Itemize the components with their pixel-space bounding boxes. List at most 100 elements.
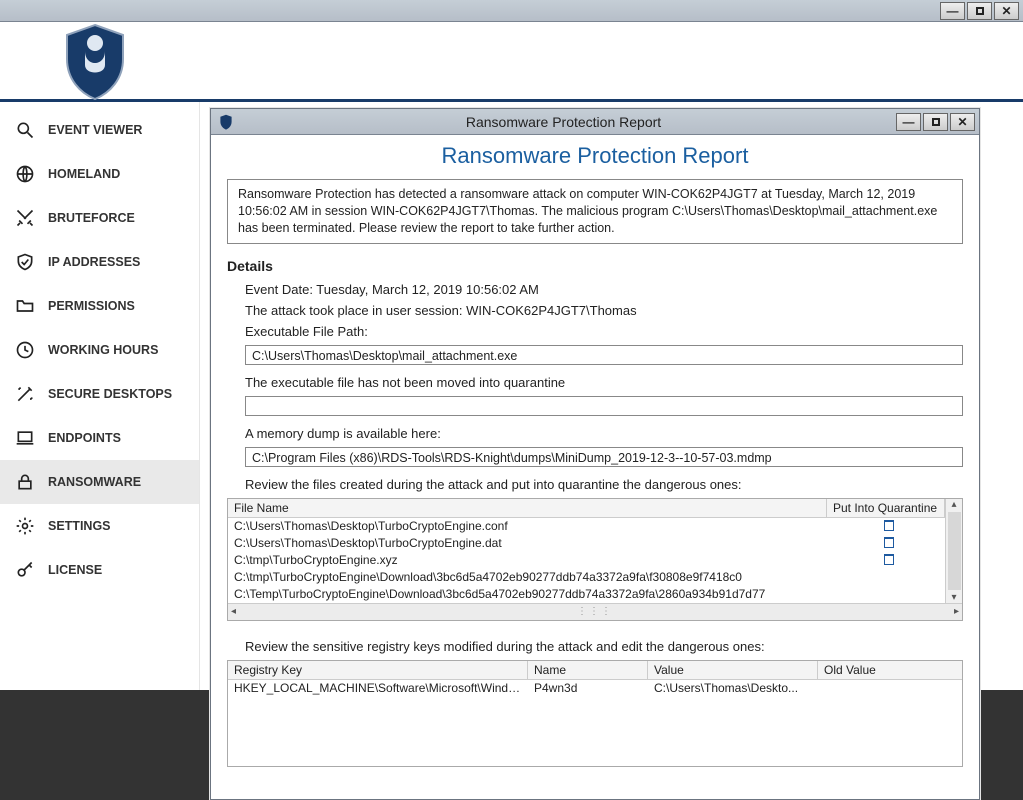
reg-col-oldvalue[interactable]: Old Value [818, 661, 962, 679]
maximize-button[interactable] [967, 2, 992, 20]
files-label: Review the files created during the atta… [245, 477, 963, 492]
gear-icon [14, 515, 36, 537]
close-button[interactable]: ✕ [994, 2, 1019, 20]
dump-path-box[interactable]: C:\Program Files (x86)\RDS-Tools\RDS-Kni… [245, 447, 963, 467]
sidebar-item-label: PERMISSIONS [48, 299, 135, 313]
scroll-left-icon[interactable]: ◂ [231, 606, 236, 617]
laptop-icon [14, 427, 36, 449]
sidebar-item-label: EVENT VIEWER [48, 123, 142, 137]
report-titlebar: Ransomware Protection Report — ✕ [211, 109, 979, 135]
event-date-line: Event Date: Tuesday, March 12, 2019 10:5… [245, 282, 963, 297]
sidebar-item-label: IP ADDRESSES [48, 255, 140, 269]
reg-key-cell: HKEY_LOCAL_MACHINE\Software\Microsoft\Wi… [228, 680, 528, 696]
trash-icon[interactable] [884, 537, 894, 548]
registry-grid-body: HKEY_LOCAL_MACHINE\Software\Microsoft\Wi… [228, 680, 962, 696]
sidebar-item-license[interactable]: LICENSE [0, 548, 199, 592]
registry-grid[interactable]: Registry Key Name Value Old Value HKEY_L… [227, 660, 963, 767]
search-icon [14, 119, 36, 141]
quarantine-cell[interactable] [839, 518, 939, 535]
report-maximize-button[interactable] [923, 113, 948, 131]
key-icon [14, 559, 36, 581]
file-name-cell: C:\tmp\TurboCryptoEngine.xyz [234, 552, 839, 569]
reg-col-value[interactable]: Value [648, 661, 818, 679]
registry-label: Review the sensitive registry keys modif… [245, 639, 963, 654]
reg-col-name[interactable]: Name [528, 661, 648, 679]
app-header [0, 22, 1023, 102]
sidebar-item-homeland[interactable]: HOMELAND [0, 152, 199, 196]
quarantine-note: The executable file has not been moved i… [245, 375, 963, 390]
scroll-grip-icon: ⋮⋮⋮ [577, 606, 613, 617]
quarantine-cell[interactable] [839, 535, 939, 552]
quarantine-cell[interactable] [839, 569, 939, 586]
globe-icon [14, 163, 36, 185]
sidebar-item-label: ENDPOINTS [48, 431, 121, 445]
wand-icon [14, 383, 36, 405]
exe-path-box[interactable]: C:\Users\Thomas\Desktop\mail_attachment.… [245, 345, 963, 365]
sidebar-item-label: SECURE DESKTOPS [48, 387, 172, 401]
report-heading: Ransomware Protection Report [227, 143, 963, 169]
reg-col-key[interactable]: Registry Key [228, 661, 528, 679]
file-row[interactable]: C:\tmp\TurboCryptoEngine.xyz [228, 552, 962, 569]
sidebar-item-secure-desktops[interactable]: SECURE DESKTOPS [0, 372, 199, 416]
alert-box: Ransomware Protection has detected a ran… [227, 179, 963, 244]
sidebar-item-bruteforce[interactable]: BRUTEFORCE [0, 196, 199, 240]
report-window-title: Ransomware Protection Report [233, 114, 894, 130]
folder-icon [14, 295, 36, 317]
sidebar-item-permissions[interactable]: PERMISSIONS [0, 284, 199, 328]
sidebar-item-label: WORKING HOURS [48, 343, 158, 357]
report-window: Ransomware Protection Report — ✕ Ransomw… [210, 108, 980, 800]
session-line: The attack took place in user session: W… [245, 303, 963, 318]
quarantine-cell[interactable] [839, 586, 939, 603]
file-grid-body: C:\Users\Thomas\Desktop\TurboCryptoEngin… [228, 518, 962, 603]
file-col-name[interactable]: File Name [228, 499, 827, 517]
sidebar-item-working-hours[interactable]: WORKING HOURS [0, 328, 199, 372]
sidebar-item-label: LICENSE [48, 563, 102, 577]
scroll-thumb[interactable] [948, 512, 961, 590]
sidebar-item-ip-addresses[interactable]: IP ADDRESSES [0, 240, 199, 284]
sidebar-item-settings[interactable]: SETTINGS [0, 504, 199, 548]
file-grid[interactable]: File Name Put Into Quarantine C:\Users\T… [227, 498, 963, 621]
trash-icon[interactable] [884, 554, 894, 565]
file-grid-hscroll[interactable]: ◂ ⋮⋮⋮ ▸ [228, 603, 962, 620]
file-row[interactable]: C:\Temp\TurboCryptoEngine\Download\3bc6d… [228, 586, 962, 603]
file-row[interactable]: C:\tmp\TurboCryptoEngine\Download\3bc6d5… [228, 569, 962, 586]
minimize-button[interactable]: — [940, 2, 965, 20]
shieldcheck-icon [14, 251, 36, 273]
registry-grid-header: Registry Key Name Value Old Value [228, 661, 962, 680]
file-grid-header: File Name Put Into Quarantine [228, 499, 962, 518]
sidebar-item-label: HOMELAND [48, 167, 120, 181]
shield-icon [219, 114, 233, 130]
trash-icon[interactable] [884, 520, 894, 531]
sidebar-item-label: BRUTEFORCE [48, 211, 135, 225]
quarantine-cell[interactable] [839, 552, 939, 569]
report-body: Ransomware Protection Report Ransomware … [211, 135, 979, 799]
report-minimize-button[interactable]: — [896, 113, 921, 131]
sidebar-item-label: SETTINGS [48, 519, 111, 533]
scroll-right-icon[interactable]: ▸ [954, 606, 959, 617]
sidebar-item-endpoints[interactable]: ENDPOINTS [0, 416, 199, 460]
file-name-cell: C:\Users\Thomas\Desktop\TurboCryptoEngin… [234, 535, 839, 552]
lock-icon [14, 471, 36, 493]
details-label: Details [227, 258, 963, 274]
scroll-up-icon[interactable]: ▴ [951, 499, 956, 510]
sidebar-item-label: RANSOMWARE [48, 475, 141, 489]
dump-label: A memory dump is available here: [245, 426, 963, 441]
file-grid-vscroll[interactable]: ▴ ▾ [945, 499, 962, 603]
reg-oldvalue-cell [818, 680, 962, 696]
sidebar-item-event-viewer[interactable]: EVENT VIEWER [0, 108, 199, 152]
report-close-button[interactable]: ✕ [950, 113, 975, 131]
file-row[interactable]: C:\Users\Thomas\Desktop\TurboCryptoEngin… [228, 518, 962, 535]
file-name-cell: C:\Temp\TurboCryptoEngine\Download\3bc6d… [234, 586, 839, 603]
file-name-cell: C:\Users\Thomas\Desktop\TurboCryptoEngin… [234, 518, 839, 535]
reg-name-cell: P4wn3d [528, 680, 648, 696]
reg-value-cell: C:\Users\Thomas\Deskto... [648, 680, 818, 696]
file-col-quarantine[interactable]: Put Into Quarantine [827, 499, 945, 517]
file-name-cell: C:\tmp\TurboCryptoEngine\Download\3bc6d5… [234, 569, 839, 586]
exe-path-label: Executable File Path: [245, 324, 963, 339]
quarantine-path-box[interactable] [245, 396, 963, 416]
swords-icon [14, 207, 36, 229]
registry-row[interactable]: HKEY_LOCAL_MACHINE\Software\Microsoft\Wi… [228, 680, 962, 696]
file-row[interactable]: C:\Users\Thomas\Desktop\TurboCryptoEngin… [228, 535, 962, 552]
sidebar-item-ransomware[interactable]: RANSOMWARE [0, 460, 199, 504]
scroll-down-icon[interactable]: ▾ [951, 592, 956, 603]
